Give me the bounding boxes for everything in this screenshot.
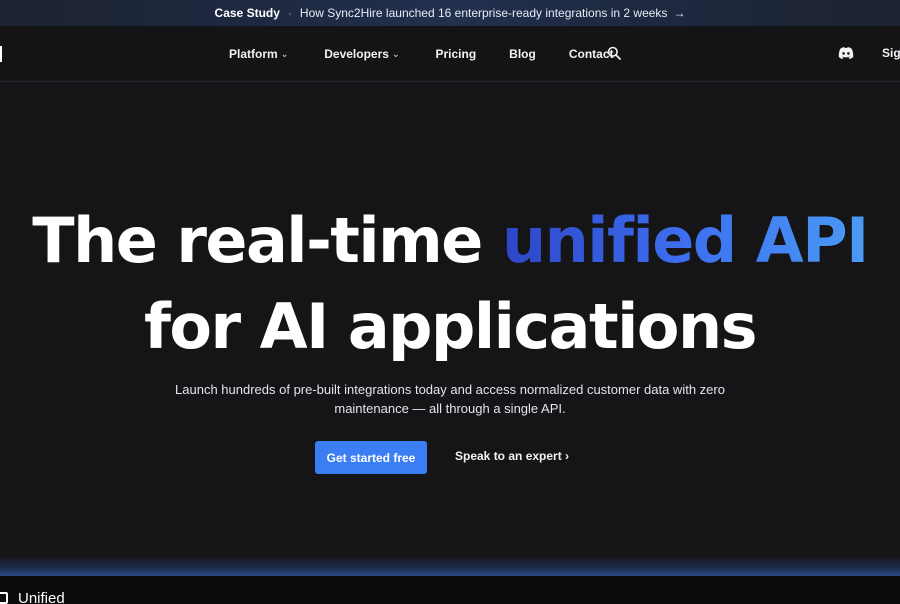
- announcement-text[interactable]: How Sync2Hire launched 16 enterprise-rea…: [300, 6, 668, 20]
- hero-title-part1: The real-time: [32, 204, 502, 277]
- arrow-right-icon[interactable]: →: [673, 6, 685, 20]
- announcement-separator: ·: [287, 6, 292, 20]
- top-nav: Platform ⌄ Developers ⌄ Pricing Blog Con…: [0, 26, 900, 82]
- next-section: [0, 576, 900, 604]
- speak-to-expert-link[interactable]: Speak to an expert ›: [455, 449, 569, 463]
- hero-title-accent: unified API: [501, 204, 869, 277]
- announcement-bar[interactable]: Case Study · How Sync2Hire launched 16 e…: [0, 0, 900, 26]
- section-divider-glow: [0, 556, 900, 576]
- nav-item-pricing[interactable]: Pricing: [435, 47, 476, 61]
- chevron-down-icon: ⌄: [391, 48, 400, 59]
- logo-icon[interactable]: [0, 46, 2, 62]
- discord-icon[interactable]: [838, 46, 854, 60]
- nav-item-label: Blog: [509, 47, 536, 61]
- brand-name[interactable]: Unified: [18, 590, 65, 604]
- nav-item-label: Developers: [324, 47, 389, 61]
- hero-title-line2: for AI applications: [143, 290, 758, 363]
- chevron-down-icon: ⌄: [280, 48, 289, 59]
- nav-item-developers[interactable]: Developers ⌄: [324, 47, 399, 61]
- announcement-tag: Case Study: [214, 6, 280, 20]
- nav-item-label: Platform: [229, 47, 278, 61]
- get-started-button[interactable]: Get started free: [315, 441, 427, 474]
- search-icon[interactable]: [607, 46, 621, 60]
- sign-in-link[interactable]: Sign: [882, 46, 900, 60]
- nav-links: Platform ⌄ Developers ⌄ Pricing Blog Con…: [229, 26, 614, 82]
- nav-item-platform[interactable]: Platform ⌄: [229, 47, 288, 61]
- hero-title-line1: The real-time unified API: [0, 210, 900, 272]
- nav-item-blog[interactable]: Blog: [509, 47, 536, 61]
- nav-item-label: Pricing: [435, 47, 477, 61]
- hero-subtitle: Launch hundreds of pre-built integration…: [175, 382, 725, 416]
- unified-logo-icon[interactable]: [0, 592, 8, 604]
